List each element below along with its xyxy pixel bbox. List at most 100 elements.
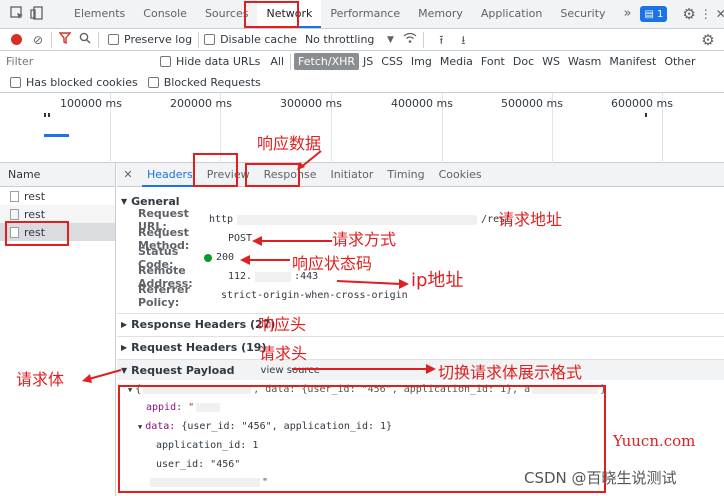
divider — [198, 31, 200, 48]
filter-type-fetch-xhr[interactable]: Fetch/XHR — [294, 53, 360, 70]
annotation-response-headers: 响应头 — [258, 315, 307, 334]
request-row[interactable]: rest — [0, 187, 115, 205]
has-blocked-cookies-checkbox[interactable] — [10, 76, 21, 88]
timeline-mark — [44, 113, 46, 117]
filter-type-other[interactable]: Other — [660, 54, 699, 69]
arrow-icon — [292, 364, 436, 374]
issues-badge[interactable]: ▤ 1 — [640, 6, 668, 22]
filter-type-img[interactable]: Img — [407, 54, 436, 69]
request-name: rest — [24, 189, 46, 203]
chevron-down-icon[interactable]: ▼ — [382, 32, 398, 48]
network-settings-gear-icon[interactable]: ⚙ — [700, 32, 716, 48]
network-conditions-icon[interactable] — [402, 32, 418, 48]
filter-icon[interactable] — [57, 31, 73, 48]
annotation-ip: ip地址 — [411, 270, 464, 291]
remote-address-value: 112. — [228, 271, 253, 282]
filter-type-media[interactable]: Media — [436, 54, 477, 69]
watermark-yuucn: Yuucn.com — [613, 432, 696, 450]
filter-bar: Hide data URLs All Fetch/XHR JS CSS Img … — [0, 51, 724, 72]
divider — [423, 31, 425, 48]
blocked-requests-label: Blocked Requests — [163, 75, 261, 89]
watermark-csdn: CSDN @百晓生说测试 — [524, 469, 677, 487]
disable-cache-label: Disable cache — [220, 33, 297, 46]
tab-security[interactable]: Security — [551, 0, 614, 28]
clear-icon[interactable]: ⊘ — [30, 32, 46, 48]
divider — [290, 53, 292, 70]
tab-elements[interactable]: Elements — [65, 0, 134, 28]
tab-headers[interactable]: Headers — [142, 163, 198, 187]
tab-console[interactable]: Console — [134, 0, 196, 28]
preserve-log-checkbox[interactable] — [108, 34, 119, 45]
response-headers-section[interactable]: ▶ Response Headers (27) — [117, 313, 724, 335]
blocked-requests-checkbox[interactable] — [147, 76, 159, 88]
timeline-tick: 100000 ms — [60, 97, 122, 110]
throttling-select[interactable]: No throttling — [305, 33, 374, 46]
filter-type-font[interactable]: Font — [477, 54, 509, 69]
devtools-tab-bar: Elements Console Sources Network Perform… — [0, 0, 724, 29]
filter-type-js[interactable]: JS — [359, 54, 377, 69]
filter-type-css[interactable]: CSS — [377, 54, 407, 69]
hide-data-urls-label: Hide data URLs — [176, 55, 261, 68]
preserve-log-label: Preserve log — [124, 33, 193, 46]
arrow-icon — [252, 236, 332, 246]
annotation-request-headers: 请求头 — [259, 344, 308, 363]
hide-data-urls-checkbox[interactable] — [160, 56, 171, 67]
export-har-icon[interactable]: ⭳ — [455, 32, 471, 48]
close-icon[interactable]: ✕ — [716, 6, 724, 22]
tab-memory[interactable]: Memory — [409, 0, 472, 28]
tab-performance[interactable]: Performance — [321, 0, 409, 28]
status-code-value: 200 — [216, 252, 235, 263]
timeline-mark — [645, 113, 647, 117]
record-icon[interactable] — [11, 34, 22, 45]
disable-cache-checkbox[interactable] — [204, 34, 216, 45]
request-payload-title: Request Payload — [131, 363, 235, 377]
close-detail-icon[interactable]: ✕ — [120, 167, 136, 183]
general-section: ▼ General Request URL: http /rest Reques… — [117, 192, 724, 312]
inspect-element-icon[interactable] — [10, 6, 24, 22]
tab-application[interactable]: Application — [472, 0, 551, 28]
gear-icon[interactable]: ⚙ — [682, 6, 695, 22]
arrow-icon — [297, 150, 322, 170]
divider — [98, 31, 99, 48]
triangle-right-icon: ▶ — [121, 320, 128, 329]
annotation-request-body: 请求体 — [16, 370, 65, 389]
overview-timeline[interactable]: 100000 ms 200000 ms 300000 ms 400000 ms … — [0, 93, 724, 163]
filter-type-doc[interactable]: Doc — [509, 54, 538, 69]
timeline-tick: 400000 ms — [391, 97, 453, 110]
timeline-tick: 200000 ms — [170, 97, 232, 110]
highlight-network-tab — [244, 1, 299, 28]
filter-type-manifest[interactable]: Manifest — [605, 54, 660, 69]
kebab-menu-icon[interactable]: ⋮ — [700, 6, 712, 22]
request-name: rest — [24, 207, 46, 221]
status-ok-dot-icon — [204, 253, 212, 262]
filter-type-ws[interactable]: WS — [538, 54, 564, 69]
filter-type-wasm[interactable]: Wasm — [564, 54, 605, 69]
device-toolbar-icon[interactable] — [30, 6, 44, 22]
request-url-value: http — [209, 214, 234, 225]
network-toolbar: ⊘ Preserve log Disable cache No throttli… — [0, 29, 724, 51]
request-list-header[interactable]: Name — [0, 163, 115, 187]
filter-type-all[interactable]: All — [267, 54, 287, 69]
search-icon[interactable] — [77, 32, 93, 48]
redacted-block — [237, 214, 478, 225]
annotation-request-url: 请求地址 — [498, 210, 563, 229]
document-icon — [10, 208, 19, 220]
filter-input[interactable] — [6, 53, 146, 70]
timeline-tick: 600000 ms — [611, 97, 673, 110]
timeline-request-bar — [44, 134, 69, 137]
arrow-icon — [336, 279, 409, 289]
tab-cookies[interactable]: Cookies — [434, 168, 487, 181]
issues-icon: ▤ — [644, 8, 654, 20]
request-headers-title: Request Headers (19) — [131, 341, 267, 354]
annotation-switch-format: 切换请求体展示格式 — [438, 363, 583, 382]
timeline-tick: 300000 ms — [280, 97, 342, 110]
timeline-mark — [48, 113, 50, 117]
import-har-icon[interactable]: ⭱ — [433, 32, 449, 48]
tab-initiator[interactable]: Initiator — [325, 168, 378, 181]
request-headers-section[interactable]: ▶ Request Headers (19) — [117, 336, 724, 358]
request-method-value: POST — [228, 233, 253, 244]
more-tabs-button[interactable]: » — [615, 0, 641, 28]
tab-timing[interactable]: Timing — [382, 168, 429, 181]
referrer-policy-label: Referrer Policy: — [138, 282, 190, 309]
arrow-icon — [82, 369, 122, 383]
